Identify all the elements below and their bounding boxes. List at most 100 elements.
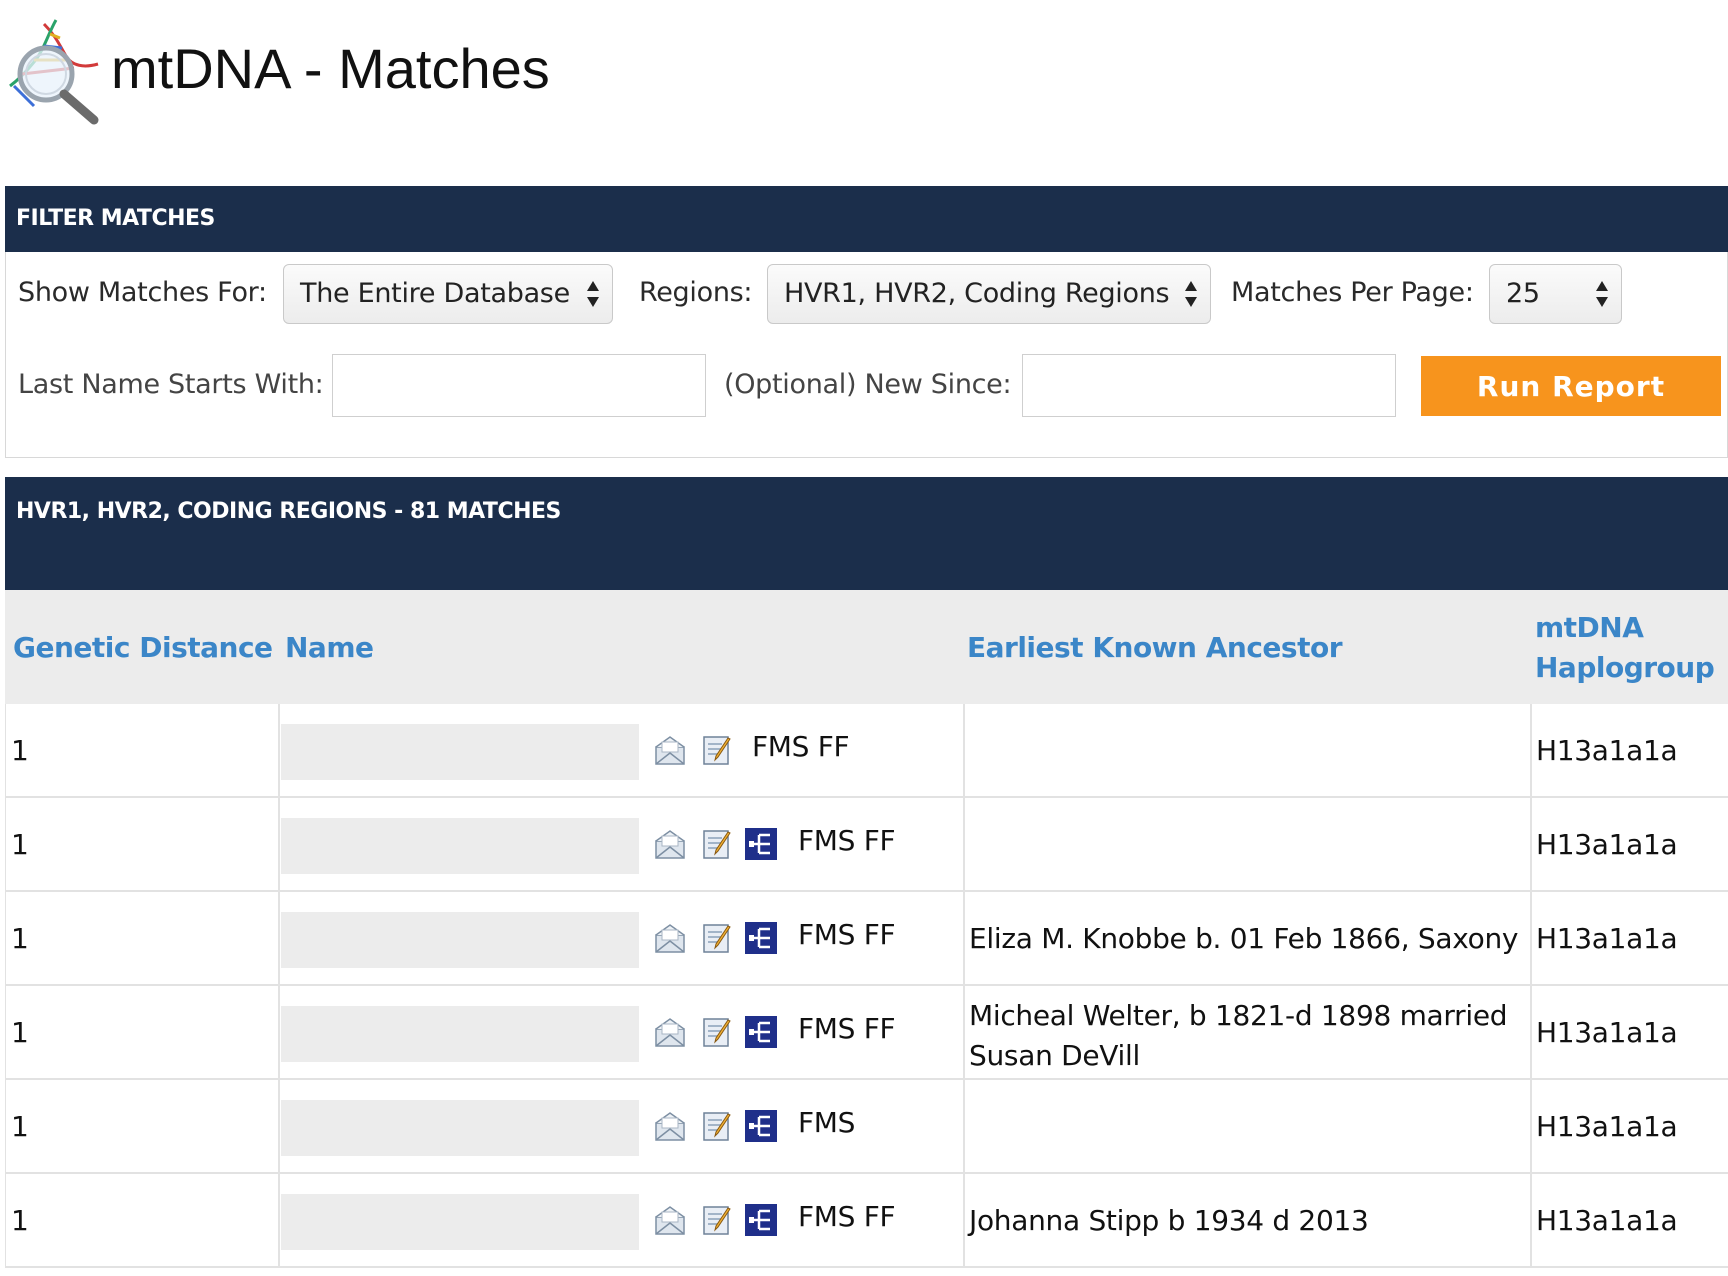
- last-name-label: Last Name Starts With:: [18, 369, 324, 400]
- cell-earliest-ancestor: [965, 704, 1532, 796]
- cell-haplogroup: H13a1a1a: [1532, 892, 1728, 984]
- cell-genetic-distance: 1: [6, 798, 280, 890]
- page-title: mtDNA - Matches: [111, 37, 550, 100]
- show-matches-label: Show Matches For:: [18, 277, 267, 308]
- email-icon[interactable]: [653, 827, 687, 861]
- cell-name: FMS FF: [280, 704, 965, 796]
- cell-genetic-distance: 1: [6, 1174, 280, 1266]
- table-row: 1 FMS H13a1a1a: [5, 1080, 1728, 1174]
- table-row: 1 FMS FF Micheal Welter, b 1821-d 1898 mar…: [5, 986, 1728, 1080]
- table-row: 1 FMS FF Johanna Stipp b 1934 d 2013 H13a1a…: [5, 1174, 1728, 1268]
- select-arrows-icon: [1185, 281, 1197, 307]
- earliest-ancestor-value: Micheal Welter, b 1821-d 1898 married Su…: [969, 999, 1508, 1072]
- cell-earliest-ancestor: Micheal Welter, b 1821-d 1898 married Su…: [965, 986, 1532, 1078]
- regions-label: Regions:: [639, 277, 753, 308]
- email-icon[interactable]: [653, 1203, 687, 1237]
- regions-select[interactable]: HVR1, HVR2, Coding Regions: [767, 264, 1211, 324]
- genetic-distance-value: 1: [11, 1204, 29, 1237]
- family-tree-icon[interactable]: [744, 1203, 778, 1237]
- redacted-name: [281, 724, 639, 780]
- notes-icon[interactable]: [700, 827, 734, 861]
- regions-value: HVR1, HVR2, Coding Regions: [784, 278, 1170, 309]
- haplogroup-value[interactable]: H13a1a1a: [1536, 1110, 1678, 1143]
- show-matches-select[interactable]: The Entire Database: [283, 264, 613, 324]
- notes-icon[interactable]: [700, 921, 734, 955]
- cell-earliest-ancestor: [965, 1080, 1532, 1172]
- cell-earliest-ancestor: Johanna Stipp b 1934 d 2013: [965, 1174, 1532, 1266]
- page: mtDNA - Matches FILTER MATCHES Show Matc…: [0, 0, 1728, 1276]
- cell-genetic-distance: 1: [6, 986, 280, 1078]
- run-report-button[interactable]: Run Report: [1421, 356, 1721, 416]
- select-arrows-icon: [1596, 281, 1608, 307]
- notes-icon[interactable]: [700, 1203, 734, 1237]
- notes-icon[interactable]: [700, 1015, 734, 1049]
- per-page-value: 25: [1506, 278, 1540, 309]
- cell-name: FMS FF: [280, 892, 965, 984]
- filter-section-title: FILTER MATCHES: [16, 206, 215, 231]
- select-arrows-icon: [587, 281, 599, 307]
- genetic-distance-value: 1: [11, 922, 29, 955]
- cell-haplogroup: H13a1a1a: [1532, 798, 1728, 890]
- fms-ff-links[interactable]: FMS FF: [798, 1200, 896, 1233]
- results-section-header: HVR1, HVR2, CODING REGIONS - 81 MATCHES: [5, 477, 1728, 590]
- genetic-distance-value: 1: [11, 1110, 29, 1143]
- email-icon[interactable]: [653, 921, 687, 955]
- cell-genetic-distance: 1: [6, 1080, 280, 1172]
- family-tree-icon[interactable]: [744, 1015, 778, 1049]
- per-page-label: Matches Per Page:: [1231, 277, 1474, 308]
- cell-haplogroup: H13a1a1a: [1532, 986, 1728, 1078]
- col-haplogroup-line2: Haplogroup: [1535, 651, 1715, 684]
- dna-magnifier-icon: [9, 19, 99, 125]
- cell-genetic-distance: 1: [6, 892, 280, 984]
- results-section-title: HVR1, HVR2, CODING REGIONS - 81 MATCHES: [16, 499, 561, 524]
- new-since-input[interactable]: [1022, 354, 1396, 417]
- show-matches-value: The Entire Database: [300, 278, 570, 309]
- family-tree-icon[interactable]: [744, 921, 778, 955]
- earliest-ancestor-value: Johanna Stipp b 1934 d 2013: [969, 1204, 1369, 1237]
- filter-panel: Show Matches For: The Entire Database Re…: [5, 252, 1728, 458]
- cell-haplogroup: H13a1a1a: [1532, 1080, 1728, 1172]
- haplogroup-value[interactable]: H13a1a1a: [1536, 1204, 1678, 1237]
- cell-name: FMS FF: [280, 1174, 965, 1266]
- cell-genetic-distance: 1: [6, 704, 280, 796]
- redacted-name: [281, 1006, 639, 1062]
- redacted-name: [281, 1100, 639, 1156]
- col-haplogroup-line1: mtDNA: [1535, 611, 1644, 644]
- genetic-distance-value: 1: [11, 1016, 29, 1049]
- email-icon[interactable]: [653, 1015, 687, 1049]
- email-icon[interactable]: [653, 733, 687, 767]
- fms-ff-links[interactable]: FMS: [798, 1106, 855, 1139]
- col-haplogroup[interactable]: mtDNA Haplogroup: [1535, 608, 1715, 688]
- redacted-name: [281, 912, 639, 968]
- cell-name: FMS FF: [280, 798, 965, 890]
- fms-ff-links[interactable]: FMS FF: [798, 918, 896, 951]
- haplogroup-value[interactable]: H13a1a1a: [1536, 1016, 1678, 1049]
- haplogroup-value[interactable]: H13a1a1a: [1536, 734, 1678, 767]
- family-tree-icon[interactable]: [744, 827, 778, 861]
- table-body: 1 FMS FF H13a1a1a 1 FMS FF H13a1a1a 1 FMS FF Eli…: [5, 704, 1728, 1268]
- redacted-name: [281, 818, 639, 874]
- table-row: 1 FMS FF Eliza M. Knobbe b. 01 Feb 1866, S…: [5, 892, 1728, 986]
- earliest-ancestor-value: Eliza M. Knobbe b. 01 Feb 1866, Saxony: [969, 922, 1519, 955]
- family-tree-icon[interactable]: [744, 1109, 778, 1143]
- haplogroup-value[interactable]: H13a1a1a: [1536, 922, 1678, 955]
- fms-ff-links[interactable]: FMS FF: [798, 1012, 896, 1045]
- cell-earliest-ancestor: Eliza M. Knobbe b. 01 Feb 1866, Saxony: [965, 892, 1532, 984]
- per-page-select[interactable]: 25: [1489, 264, 1622, 324]
- notes-icon[interactable]: [700, 733, 734, 767]
- table-row: 1 FMS FF H13a1a1a: [5, 704, 1728, 798]
- cell-name: FMS: [280, 1080, 965, 1172]
- last-name-input[interactable]: [332, 354, 706, 417]
- filter-section-header: FILTER MATCHES: [5, 186, 1728, 252]
- cell-earliest-ancestor: [965, 798, 1532, 890]
- fms-ff-links[interactable]: FMS FF: [798, 824, 896, 857]
- email-icon[interactable]: [653, 1109, 687, 1143]
- fms-ff-links[interactable]: FMS FF: [752, 730, 850, 763]
- haplogroup-value[interactable]: H13a1a1a: [1536, 828, 1678, 861]
- col-earliest-ancestor[interactable]: Earliest Known Ancestor: [967, 628, 1343, 668]
- col-name[interactable]: Name: [285, 628, 374, 668]
- col-genetic-distance[interactable]: Genetic Distance: [13, 628, 273, 668]
- cell-haplogroup: H13a1a1a: [1532, 704, 1728, 796]
- redacted-name: [281, 1194, 639, 1250]
- notes-icon[interactable]: [700, 1109, 734, 1143]
